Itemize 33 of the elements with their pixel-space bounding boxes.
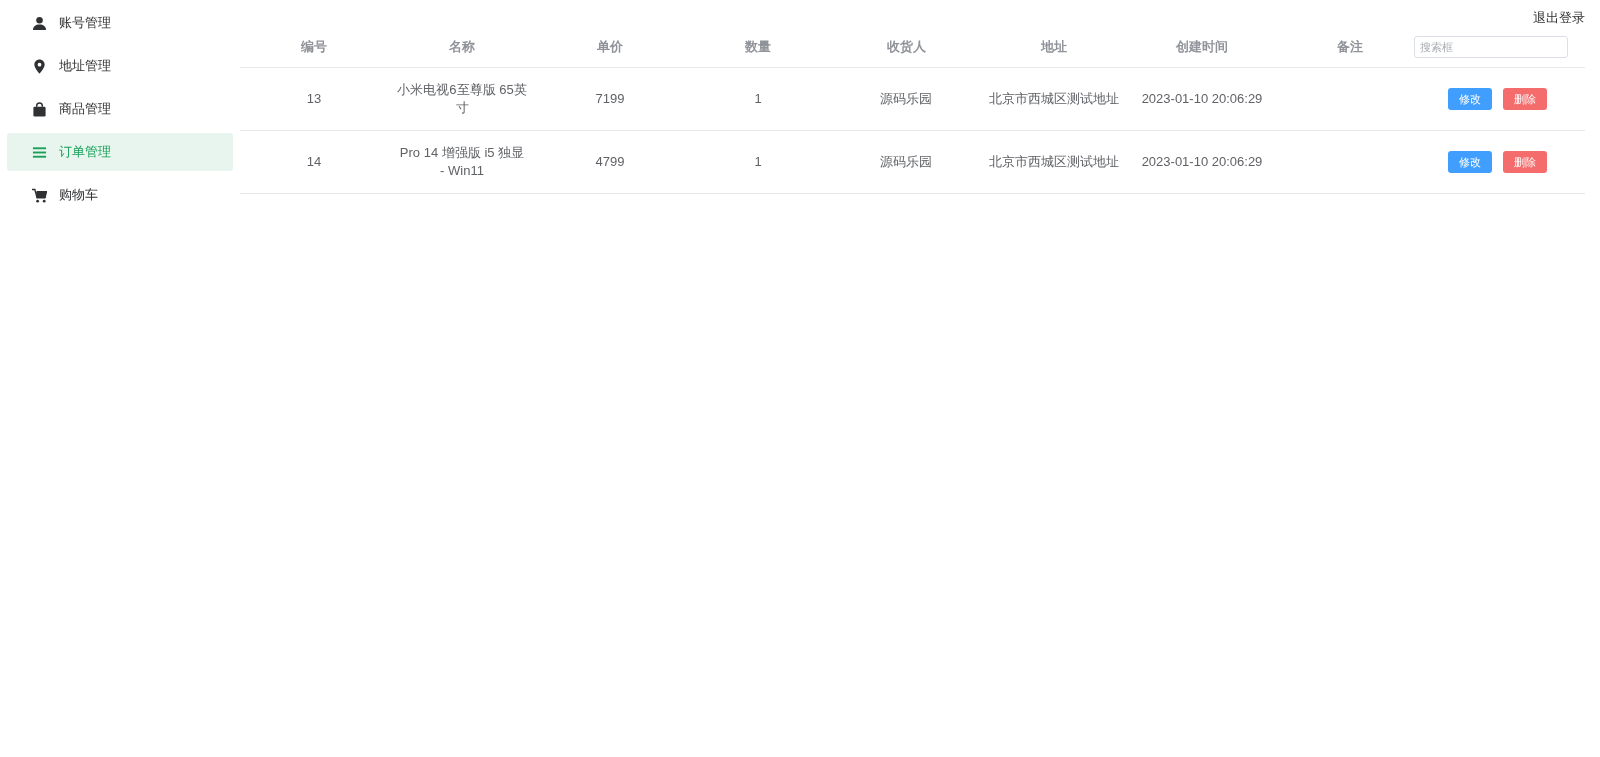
table-cell: 源码乐园 [880, 90, 932, 108]
cart-icon [32, 187, 47, 203]
column-header: 单价 [596, 38, 624, 56]
logout-link[interactable]: 退出登录 [1533, 9, 1585, 27]
table-cell: 北京市西城区测试地址 [989, 153, 1119, 171]
table-cell: 小米电视6至尊版 65英寸 [397, 81, 527, 117]
table-cell: 14 [306, 153, 322, 171]
column-header: 地址 [1039, 38, 1068, 56]
sidebar-item[interactable]: 地址管理 [7, 47, 233, 85]
bag-icon [32, 101, 47, 117]
table-cell-text: Pro 14 增强版 i5 独显 - Win11 [398, 144, 526, 180]
search-field[interactable]: 搜索框 [1414, 36, 1568, 58]
column-header: 收货人 [885, 38, 927, 56]
table-cell: 2023-01-10 20:06:29 [1141, 90, 1263, 108]
sidebar-item[interactable]: 账号管理 [7, 4, 233, 42]
table-cell: 2023-01-10 20:06:29 [1141, 153, 1263, 171]
table-cell: 北京市西城区测试地址 [989, 90, 1119, 108]
location-pin-icon [32, 58, 47, 74]
person-icon [32, 15, 47, 31]
sidebar-item[interactable]: 商品管理 [7, 90, 233, 128]
column-header: 名称 [448, 38, 476, 56]
table-cell: 13 [306, 90, 322, 108]
column-header: 备注 [1336, 38, 1364, 56]
table-cell: 4799 [595, 153, 625, 171]
list-icon [32, 144, 47, 160]
table-cell: 源码乐园 [880, 153, 932, 171]
column-header: 数量 [744, 38, 772, 56]
table-cell: 7199 [595, 90, 625, 108]
sidebar-item[interactable]: 购物车 [7, 176, 233, 214]
table-cell: 1 [754, 90, 762, 108]
table-cell: 1 [754, 153, 762, 171]
column-header: 编号 [300, 38, 328, 56]
column-header: 创建时间 [1175, 38, 1229, 56]
